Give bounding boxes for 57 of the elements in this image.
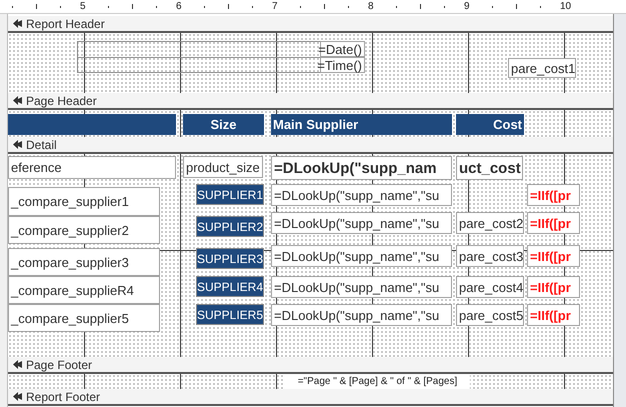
text-box-control[interactable]: pare_cost3 — [456, 245, 524, 267]
section-title: Page Header — [26, 94, 97, 106]
text-box-control[interactable]: eference — [8, 156, 176, 179]
section-marker-icon — [12, 19, 22, 28]
section-title: Report Header — [26, 18, 105, 30]
supplier-label[interactable]: SUPPLIER2 — [196, 216, 264, 237]
text-box-control[interactable]: pare_cost2 — [456, 212, 524, 234]
ruler-number: 6 — [176, 0, 182, 14]
text-box-control[interactable]: _compare_supplier2 — [8, 216, 160, 244]
text-box-control[interactable]: =IIf([pr — [527, 245, 580, 267]
text-box-control[interactable]: =Time() — [320, 57, 365, 73]
column-header[interactable] — [8, 114, 176, 135]
column-header[interactable]: Size — [183, 114, 264, 135]
text-box-control[interactable]: =DLookUp("supp_name","su — [271, 304, 452, 326]
text-box-control[interactable]: =DLookUp("supp_name","su — [271, 184, 452, 206]
section-bar[interactable]: Report Header — [8, 16, 613, 33]
section-marker-icon — [12, 96, 22, 105]
ruler-number: 9 — [464, 0, 470, 14]
text-box-control[interactable]: pare_cost4 — [456, 276, 524, 298]
text-box-control[interactable]: =DLookUp("supp_name","su — [271, 276, 452, 298]
section-marker-icon — [12, 392, 22, 401]
section-marker-icon — [12, 360, 22, 369]
ruler-number: 7 — [272, 0, 278, 14]
text-box-control[interactable]: =DLookUp("supp_name","su — [271, 212, 452, 234]
text-box-control[interactable]: _compare_supplieR4 — [8, 276, 160, 304]
text-box-control[interactable]: =IIf([pr — [527, 304, 580, 326]
text-box-control[interactable]: uct_cost — [456, 156, 523, 180]
section-title: Detail — [26, 138, 57, 150]
section-bar[interactable]: Page Footer — [8, 357, 613, 374]
text-box-control[interactable]: _compare_supplier3 — [8, 248, 160, 276]
text-box-control[interactable]: =IIf([pr — [527, 212, 580, 234]
text-box-control[interactable]: =DLookUp("supp_name","su — [271, 245, 452, 267]
supplier-label[interactable]: SUPPLIER4 — [196, 276, 264, 297]
text-box-control[interactable]: =Date() — [320, 41, 365, 57]
section-bar[interactable]: Report Footer — [8, 389, 613, 406]
ruler-number: 10 — [560, 0, 572, 14]
column-header[interactable]: Main Supplier — [271, 114, 452, 135]
section-title: Report Footer — [26, 390, 100, 402]
text-box-control[interactable]: pare_cost5 — [456, 304, 524, 326]
supplier-label[interactable]: SUPPLIER3 — [196, 248, 264, 269]
column-header[interactable]: Cost — [456, 114, 524, 135]
supplier-label[interactable]: SUPPLIER5 — [196, 304, 264, 325]
text-box-control[interactable]: pare_cost1 — [508, 58, 576, 78]
text-box-control[interactable]: =IIf([pr — [527, 276, 580, 298]
text-box-control[interactable]: =IIf([pr — [527, 184, 580, 206]
section-marker-icon — [12, 140, 22, 149]
text-box-control[interactable]: _compare_supplier1 — [8, 187, 160, 216]
text-box-control[interactable]: =DLookUp("supp_nam — [271, 156, 452, 180]
ruler-number: 5 — [80, 0, 86, 14]
section-bar[interactable]: Detail — [8, 137, 613, 154]
section-bar[interactable]: Page Header — [8, 93, 613, 110]
section-title: Page Footer — [26, 358, 92, 370]
supplier-label[interactable]: SUPPLIER1 — [196, 184, 264, 205]
text-box-control[interactable]: _compare_supplier5 — [8, 304, 160, 332]
text-box-control[interactable]: ="Page " & [Page] & " of " & [Pages] — [285, 374, 470, 389]
ruler-number: 8 — [368, 0, 374, 14]
text-box-control[interactable]: product_size — [183, 156, 263, 178]
